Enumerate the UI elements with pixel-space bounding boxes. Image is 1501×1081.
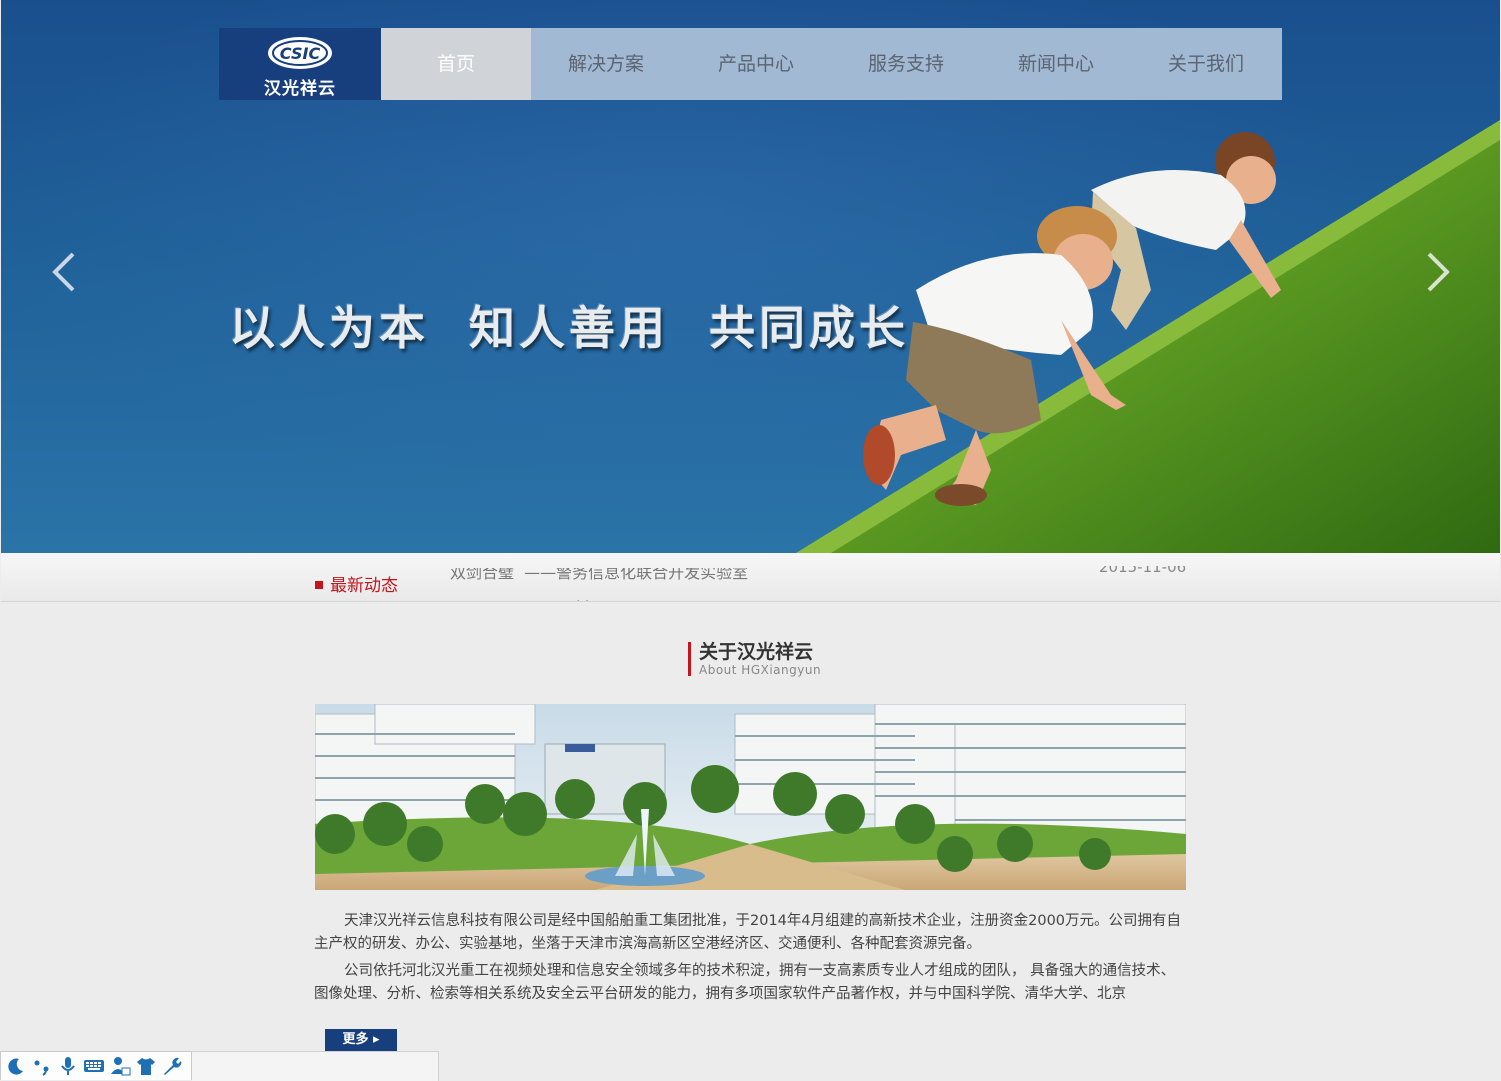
nav-item-home[interactable]: 首页 [381,28,531,100]
moon-icon[interactable] [5,1055,27,1077]
about-subtitle: About HGXiangyun [699,663,822,677]
ime-toolbar [0,1051,192,1080]
site-logo[interactable]: CSIC 汉光祥云 [219,28,381,100]
svg-text:CSIC: CSIC [280,44,321,63]
news-label-text: 最新动态 [330,576,398,596]
more-button[interactable]: 更多 ▸ [325,1029,397,1051]
about-title: 关于汉光祥云 [699,641,814,663]
news-label: 最新动态 [315,571,398,596]
square-bullet-icon [315,581,323,589]
news-next-item[interactable]: · · [576,594,589,601]
keyboard-icon[interactable] [83,1055,105,1077]
chevron-left-icon [52,252,75,292]
about-paragraph-1: 天津汉光祥云信息科技有限公司是经中国船舶重工集团批准，于2014年4月组建的高新… [314,913,1182,952]
wrench-icon[interactable] [161,1055,183,1077]
nav-item-about[interactable]: 关于我们 [1131,28,1281,100]
microphone-icon[interactable] [57,1055,79,1077]
news-item-date: 2015-11-06 [1099,558,1187,576]
logo-name: 汉光祥云 [264,79,336,99]
punctuation-icon[interactable] [31,1055,53,1077]
nav-item-support[interactable]: 服务支持 [831,28,981,100]
hero-slogan: 以人为本 知人善用 共同成长 [229,301,910,355]
about-description: 天津汉光祥云信息科技有限公司是经中国船舶重工集团批准，于2014年4月组建的高新… [314,910,1186,1010]
about-paragraph-2: 公司依托河北汉光重工在视频处理和信息安全领域多年的技术积淀，拥有一支高素质专业人… [314,963,1176,1002]
latest-news-bar: 最新动态 双剑合璧 ——警务信息化联合开发实验室 2015-11-06 · · [1,553,1500,602]
user-icon[interactable] [109,1055,131,1077]
nav-item-news[interactable]: 新闻中心 [981,28,1131,100]
about-section-heading: 关于汉光祥云 About HGXiangyun [688,641,822,677]
skin-shirt-icon[interactable] [135,1055,157,1077]
carousel-next-button[interactable] [1417,250,1457,294]
carousel-prev-button[interactable] [45,250,85,294]
nav-item-products[interactable]: 产品中心 [681,28,831,100]
campus-image [315,704,1186,890]
csic-logo-icon: CSIC [268,37,332,69]
nav-item-solutions[interactable]: 解决方案 [531,28,681,100]
ime-toolbar-extension [192,1051,439,1081]
news-item-title[interactable]: 双剑合璧 ——警务信息化联合开发实验室 [450,568,748,583]
chevron-right-icon [1427,252,1450,292]
main-nav: 首页 解决方案 产品中心 服务支持 新闻中心 关于我们 [381,28,1282,100]
